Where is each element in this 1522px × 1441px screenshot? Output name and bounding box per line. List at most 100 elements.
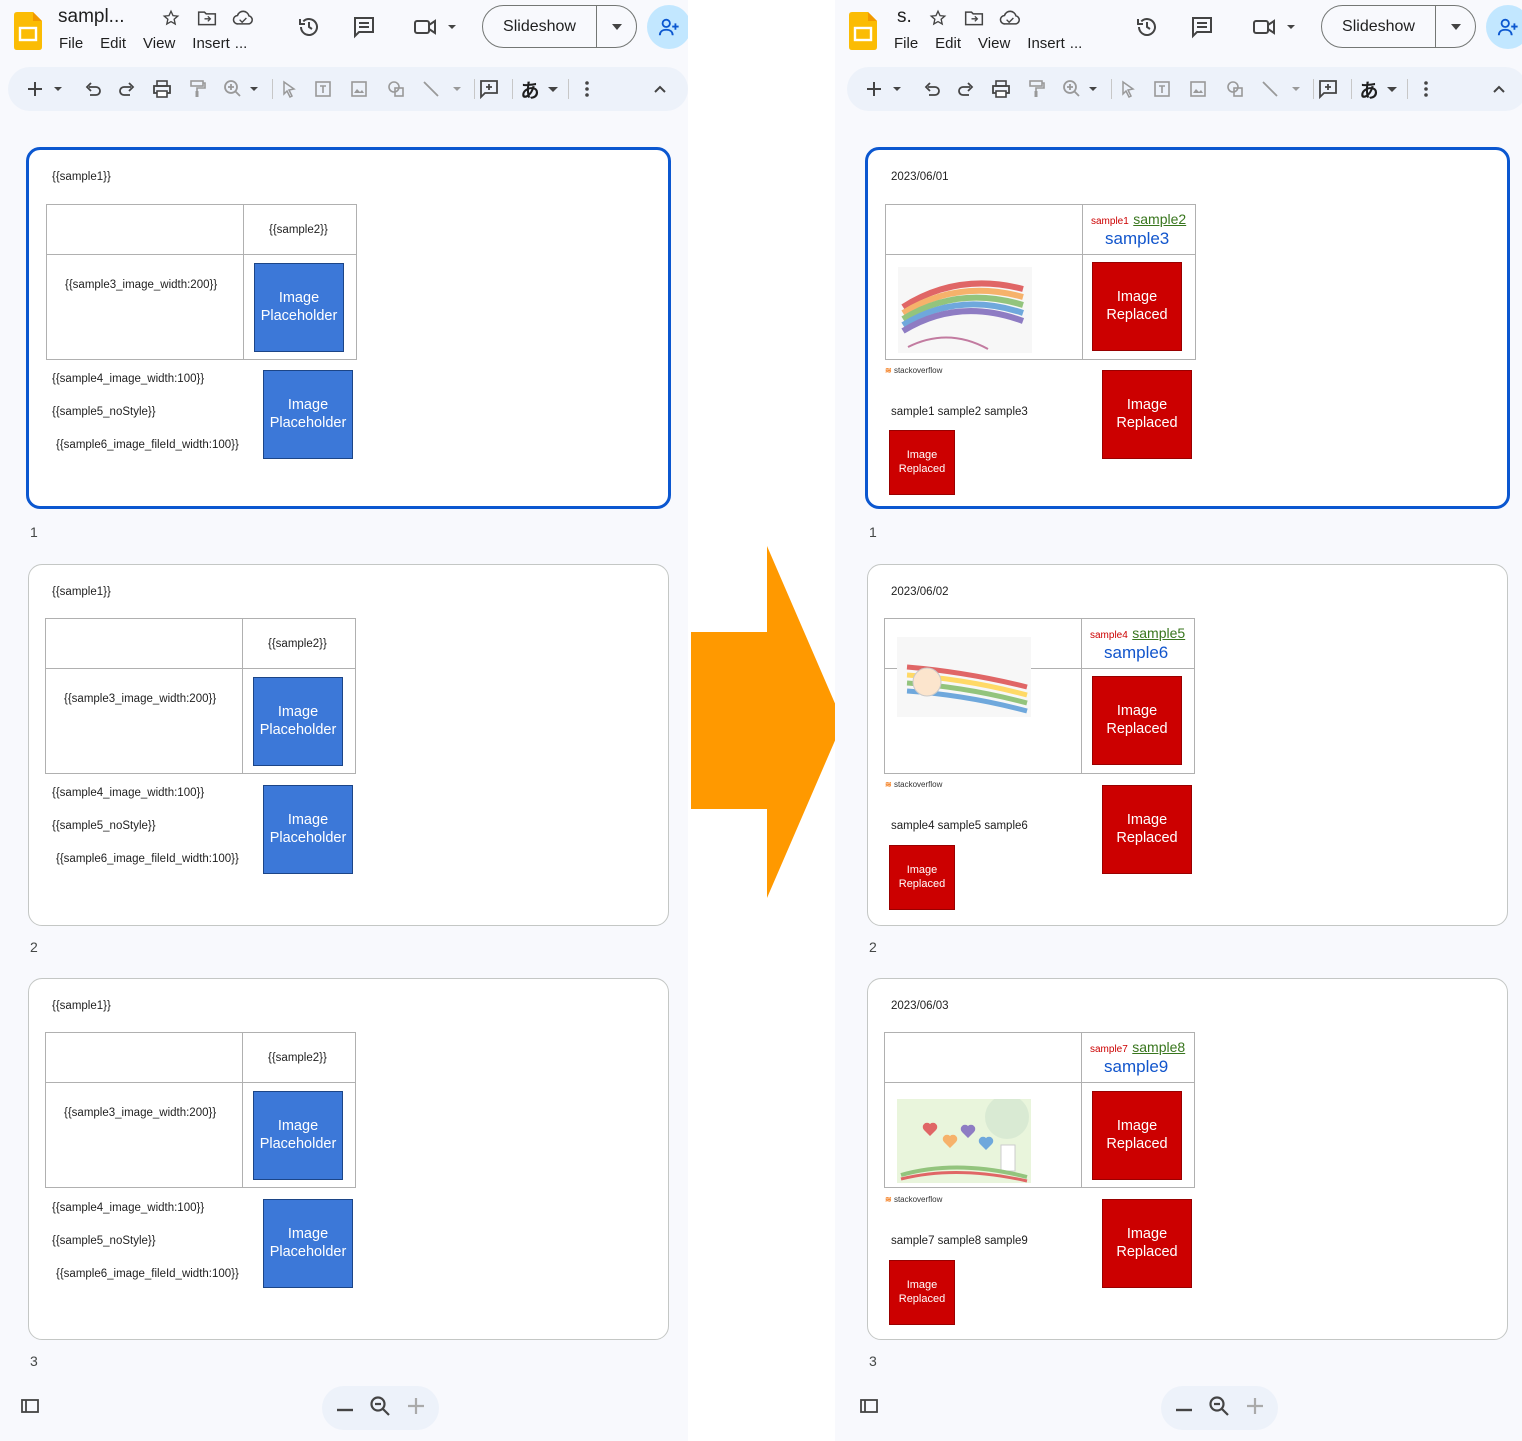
cloud-saved-icon[interactable] (999, 8, 1021, 28)
stackoverflow-logo-text: stackoverflow (893, 366, 943, 375)
shape-icon[interactable] (1224, 77, 1246, 101)
zoom-icon[interactable] (1208, 1395, 1230, 1422)
paint-format-icon[interactable] (187, 77, 209, 101)
text-box-icon[interactable] (1151, 77, 1173, 101)
zoom-icon[interactable] (1061, 77, 1101, 101)
new-slide-icon[interactable] (26, 77, 66, 101)
star-icon[interactable] (160, 8, 182, 28)
version-history-icon[interactable] (296, 14, 322, 40)
line-icon[interactable] (421, 77, 467, 101)
slideshow-dropdown-icon[interactable] (1436, 6, 1475, 47)
slides-logo-icon[interactable] (14, 12, 42, 50)
input-tools-icon[interactable]: あ (1359, 77, 1399, 102)
blue-large-text: sample9 (1104, 1057, 1169, 1076)
green-link-text[interactable]: sample8 (1132, 1039, 1185, 1055)
slide-number: 3 (869, 1353, 877, 1369)
menu-file[interactable]: File (894, 35, 918, 52)
slide-number: 2 (869, 939, 877, 955)
insert-image-icon[interactable] (348, 77, 370, 101)
zoom-controls (1161, 1386, 1278, 1430)
print-icon[interactable] (151, 77, 173, 101)
slide-thumbnail[interactable]: 2023/06/02 sample4 sample5 sample6 Image… (867, 564, 1508, 926)
share-add-person-icon[interactable] (647, 5, 688, 49)
menu-view[interactable]: View (978, 35, 1010, 52)
zoom-controls (322, 1386, 439, 1430)
add-comment-icon[interactable] (478, 77, 500, 101)
shape-icon[interactable] (385, 77, 407, 101)
menu-insert[interactable]: Insert (1027, 35, 1065, 52)
version-history-icon[interactable] (1134, 14, 1160, 40)
green-link-text[interactable]: sample5 (1132, 625, 1185, 641)
menu-edit[interactable]: Edit (100, 35, 126, 52)
star-icon[interactable] (927, 8, 949, 28)
meet-camera-icon[interactable] (410, 14, 460, 40)
slides-logo-icon[interactable] (849, 12, 877, 50)
collapse-chevron-icon[interactable] (650, 77, 670, 101)
paint-format-icon[interactable] (1026, 77, 1048, 101)
zoom-out-icon[interactable] (336, 1399, 354, 1417)
undo-icon[interactable] (82, 77, 104, 101)
zoom-icon[interactable] (369, 1395, 391, 1422)
slide-thumbnail[interactable]: {{sample1}} {{sample2}} {{sample3_image_… (28, 564, 669, 926)
title-placeholder-tag: {{sample1}} (52, 1000, 111, 1012)
line-placeholder-tag: {{sample5_noStyle}} (52, 820, 156, 832)
combined-samples-text: sample7 sample8 sample9 (891, 1235, 1028, 1247)
slideshow-dropdown-icon[interactable] (597, 6, 636, 47)
slide-thumbnail[interactable]: {{sample1}} {{sample2}} {{sample3_image_… (28, 978, 669, 1340)
menu-file[interactable]: File (59, 35, 83, 52)
move-folder-icon[interactable] (963, 8, 985, 28)
line-placeholder-tag: {{sample6_image_fileId_width:100}} (56, 1268, 239, 1280)
comments-icon[interactable] (351, 14, 377, 40)
filmstrip-toggle-icon[interactable] (20, 1398, 40, 1418)
redo-icon[interactable] (116, 77, 138, 101)
blue-large-text: sample6 (1104, 643, 1169, 662)
zoom-in-icon[interactable] (407, 1397, 425, 1420)
image-placeholder: Image Placeholder (263, 1199, 353, 1288)
text-box-icon[interactable] (312, 77, 334, 101)
slide-number: 1 (869, 524, 877, 540)
stackoverflow-logo-text: stackoverflow (893, 780, 943, 789)
collapse-chevron-icon[interactable] (1489, 77, 1509, 101)
select-arrow-icon[interactable] (279, 77, 299, 101)
slideshow-button[interactable]: Slideshow (1322, 6, 1436, 47)
line-icon[interactable] (1260, 77, 1306, 101)
comments-icon[interactable] (1189, 14, 1215, 40)
slide-thumbnail[interactable]: 2023/06/01 sample1 sample2 sample3 Image… (865, 147, 1510, 509)
menu-more[interactable]: ... (1070, 35, 1083, 52)
styled-sample-header: sample1 sample2 (1091, 211, 1186, 229)
menu-insert[interactable]: Insert (192, 35, 230, 52)
green-link-text[interactable]: sample2 (1133, 211, 1186, 227)
template-table: {{sample2}} {{sample3_image_width:200}} … (46, 204, 357, 360)
replaced-image-hearts (897, 1099, 1031, 1183)
redo-icon[interactable] (955, 77, 977, 101)
menu-edit[interactable]: Edit (935, 35, 961, 52)
new-slide-icon[interactable] (865, 77, 905, 101)
menu-view[interactable]: View (143, 35, 175, 52)
slideshow-button[interactable]: Slideshow (483, 6, 597, 47)
cloud-saved-icon[interactable] (232, 8, 254, 28)
print-icon[interactable] (990, 77, 1012, 101)
insert-image-icon[interactable] (1187, 77, 1209, 101)
header-placeholder-tag: {{sample2}} (268, 1052, 327, 1064)
date-text: 2023/06/03 (891, 1000, 949, 1012)
meet-camera-icon[interactable] (1249, 14, 1299, 40)
document-title[interactable]: s. (897, 6, 912, 28)
cell-placeholder-tag: {{sample3_image_width:200}} (65, 279, 218, 291)
zoom-icon[interactable] (222, 77, 262, 101)
move-folder-icon[interactable] (196, 8, 218, 28)
zoom-in-icon[interactable] (1246, 1397, 1264, 1420)
image-placeholder: Image Placeholder (254, 263, 344, 352)
menu-more[interactable]: ... (235, 35, 248, 52)
slide-thumbnail[interactable]: 2023/06/03 sample7 sample8 sample9 Image (867, 978, 1508, 1340)
add-comment-icon[interactable] (1317, 77, 1339, 101)
document-title[interactable]: sampl... (58, 6, 125, 28)
filmstrip-toggle-icon[interactable] (859, 1398, 879, 1418)
select-arrow-icon[interactable] (1118, 77, 1138, 101)
input-tools-icon[interactable]: あ (520, 77, 560, 102)
undo-icon[interactable] (921, 77, 943, 101)
more-options-icon[interactable] (578, 77, 596, 101)
zoom-out-icon[interactable] (1175, 1399, 1193, 1417)
slide-thumbnail[interactable]: {{sample1}} {{sample2}} {{sample3_image_… (26, 147, 671, 509)
share-add-person-icon[interactable] (1486, 5, 1522, 49)
more-options-icon[interactable] (1417, 77, 1435, 101)
